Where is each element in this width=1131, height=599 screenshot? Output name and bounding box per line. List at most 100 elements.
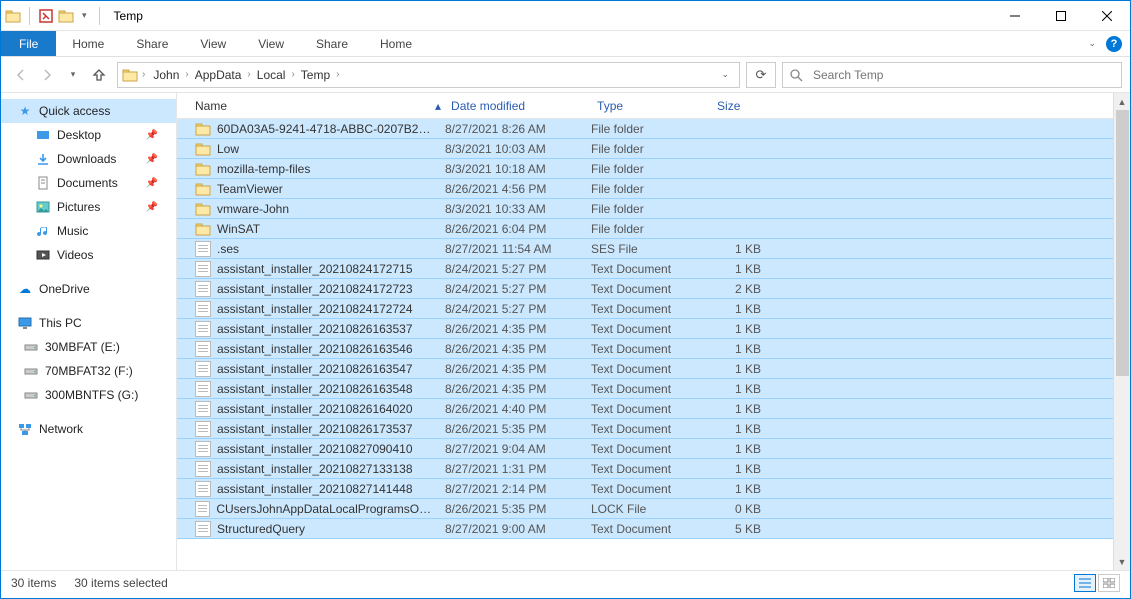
quick-access-label: Quick access — [39, 104, 110, 118]
column-name[interactable]: Name — [177, 93, 435, 118]
chevron-right-icon[interactable]: › — [140, 69, 147, 80]
close-button[interactable] — [1084, 1, 1130, 31]
sidebar-item-pictures[interactable]: Pictures📌 — [1, 195, 176, 219]
scroll-track[interactable] — [1114, 110, 1131, 553]
pin-icon: 📌 — [146, 154, 158, 165]
breadcrumb-segment[interactable]: John — [149, 68, 183, 82]
breadcrumb-segment[interactable]: Temp — [297, 68, 334, 82]
search-box[interactable] — [782, 62, 1122, 88]
file-row[interactable]: assistant_installer_202108261735378/26/2… — [177, 418, 1130, 439]
column-type[interactable]: Type — [587, 93, 707, 118]
file-row[interactable]: assistant_installer_202108261635468/26/2… — [177, 338, 1130, 359]
this-pc-item[interactable]: This PC — [1, 311, 176, 335]
file-size: 1 KB — [701, 242, 777, 256]
thumbnails-view-button[interactable] — [1098, 574, 1120, 592]
breadcrumb-segment[interactable]: Local — [253, 68, 290, 82]
document-icon — [35, 175, 51, 191]
refresh-button[interactable]: ⟳ — [746, 62, 776, 88]
scroll-thumb[interactable] — [1116, 110, 1129, 376]
scroll-down-icon[interactable]: ▼ — [1114, 553, 1131, 570]
file-row[interactable]: StructuredQuery8/27/2021 9:00 AMText Doc… — [177, 518, 1130, 539]
sidebar-item-desktop[interactable]: Desktop📌 — [1, 123, 176, 147]
sidebar-drive[interactable]: 30MBFAT (E:) — [1, 335, 176, 359]
help-icon[interactable]: ? — [1106, 36, 1122, 52]
file-row[interactable]: TeamViewer8/26/2021 4:56 PMFile folder — [177, 178, 1130, 199]
file-row[interactable]: vmware-John8/3/2021 10:33 AMFile folder — [177, 198, 1130, 219]
quick-access-header[interactable]: ★ Quick access — [1, 99, 176, 123]
qat-customize-icon[interactable]: ▾ — [78, 10, 91, 21]
breadcrumb-segment[interactable]: AppData — [191, 68, 246, 82]
file-row[interactable]: assistant_installer_202108261635478/26/2… — [177, 358, 1130, 379]
maximize-button[interactable] — [1038, 1, 1084, 31]
file-row[interactable]: .ses8/27/2021 11:54 AMSES File1 KB — [177, 238, 1130, 259]
file-row[interactable]: Low8/3/2021 10:03 AMFile folder — [177, 138, 1130, 159]
sidebar-item-documents[interactable]: Documents📌 — [1, 171, 176, 195]
qat-folder-icon[interactable] — [58, 8, 74, 24]
file-size: 1 KB — [701, 302, 777, 316]
window-controls — [992, 1, 1130, 31]
up-button[interactable] — [87, 63, 111, 87]
chevron-right-icon[interactable]: › — [334, 69, 341, 80]
tab-home[interactable]: Home — [364, 31, 428, 56]
file-row[interactable]: assistant_installer_202108261635378/26/2… — [177, 318, 1130, 339]
address-history-icon[interactable]: ⌄ — [715, 69, 735, 80]
address-bar[interactable]: › John›AppData›Local›Temp› ⌄ — [117, 62, 740, 88]
sidebar-drive[interactable]: 70MBFAT32 (F:) — [1, 359, 176, 383]
qat-properties-icon[interactable] — [38, 8, 54, 24]
file-row[interactable]: assistant_installer_202108261640208/26/2… — [177, 398, 1130, 419]
sidebar-item-music[interactable]: Music — [1, 219, 176, 243]
file-row[interactable]: WinSAT8/26/2021 6:04 PMFile folder — [177, 218, 1130, 239]
network-item[interactable]: Network — [1, 417, 176, 441]
recent-locations-button[interactable]: ▾ — [61, 63, 85, 87]
scroll-up-icon[interactable]: ▲ — [1114, 93, 1131, 110]
file-row[interactable]: assistant_installer_202108270904108/27/2… — [177, 438, 1130, 459]
column-date[interactable]: Date modified — [441, 93, 587, 118]
tab-home[interactable]: Home — [56, 31, 120, 56]
file-name: assistant_installer_20210827141448 — [217, 482, 413, 496]
forward-button[interactable] — [35, 63, 59, 87]
chevron-right-icon[interactable]: › — [289, 69, 296, 80]
file-date: 8/27/2021 9:04 AM — [435, 442, 581, 456]
desktop-icon — [35, 127, 51, 143]
pin-icon: 📌 — [146, 178, 158, 189]
column-size[interactable]: Size — [707, 93, 783, 118]
file-row[interactable]: assistant_installer_202108241727248/24/2… — [177, 298, 1130, 319]
sidebar-item-videos[interactable]: Videos — [1, 243, 176, 267]
pin-icon: 📌 — [146, 202, 158, 213]
back-button[interactable] — [9, 63, 33, 87]
file-row[interactable]: 60DA03A5-9241-4718-ABBC-0207B28FBF568/27… — [177, 119, 1130, 139]
details-view-button[interactable] — [1074, 574, 1096, 592]
tab-view[interactable]: View — [242, 31, 300, 56]
file-type: File folder — [581, 122, 701, 136]
vertical-scrollbar[interactable]: ▲ ▼ — [1113, 93, 1130, 570]
file-row[interactable]: assistant_installer_202108271414488/27/2… — [177, 478, 1130, 499]
file-icon — [195, 361, 211, 377]
file-name: CUsersJohnAppDataLocalProgramsOper... — [216, 502, 435, 516]
file-row[interactable]: assistant_installer_202108271331388/27/2… — [177, 458, 1130, 479]
sidebar-item-downloads[interactable]: Downloads📌 — [1, 147, 176, 171]
file-icon — [195, 421, 211, 437]
onedrive-item[interactable]: ☁ OneDrive — [1, 277, 176, 301]
folder-icon — [195, 181, 211, 197]
tab-share[interactable]: Share — [120, 31, 184, 56]
minimize-button[interactable] — [992, 1, 1038, 31]
file-row[interactable]: assistant_installer_202108261635488/26/2… — [177, 378, 1130, 399]
videos-icon — [35, 247, 51, 263]
chevron-right-icon[interactable]: › — [183, 69, 190, 80]
file-row[interactable]: CUsersJohnAppDataLocalProgramsOper...8/2… — [177, 498, 1130, 519]
file-size: 5 KB — [701, 522, 777, 536]
file-icon — [195, 341, 211, 357]
chevron-right-icon[interactable]: › — [245, 69, 252, 80]
file-tab[interactable]: File — [1, 31, 56, 56]
file-type: SES File — [581, 242, 701, 256]
sidebar-drive[interactable]: 300MBNTFS (G:) — [1, 383, 176, 407]
file-row[interactable]: assistant_installer_202108241727158/24/2… — [177, 258, 1130, 279]
separator — [99, 7, 100, 25]
tab-view[interactable]: View — [184, 31, 242, 56]
file-row[interactable]: mozilla-temp-files8/3/2021 10:18 AMFile … — [177, 158, 1130, 179]
sidebar-item-label: 300MBNTFS (G:) — [45, 388, 138, 402]
tab-share[interactable]: Share — [300, 31, 364, 56]
ribbon-expand-icon[interactable]: ⌄ — [1088, 38, 1096, 49]
file-row[interactable]: assistant_installer_202108241727238/24/2… — [177, 278, 1130, 299]
search-input[interactable] — [811, 67, 1115, 83]
